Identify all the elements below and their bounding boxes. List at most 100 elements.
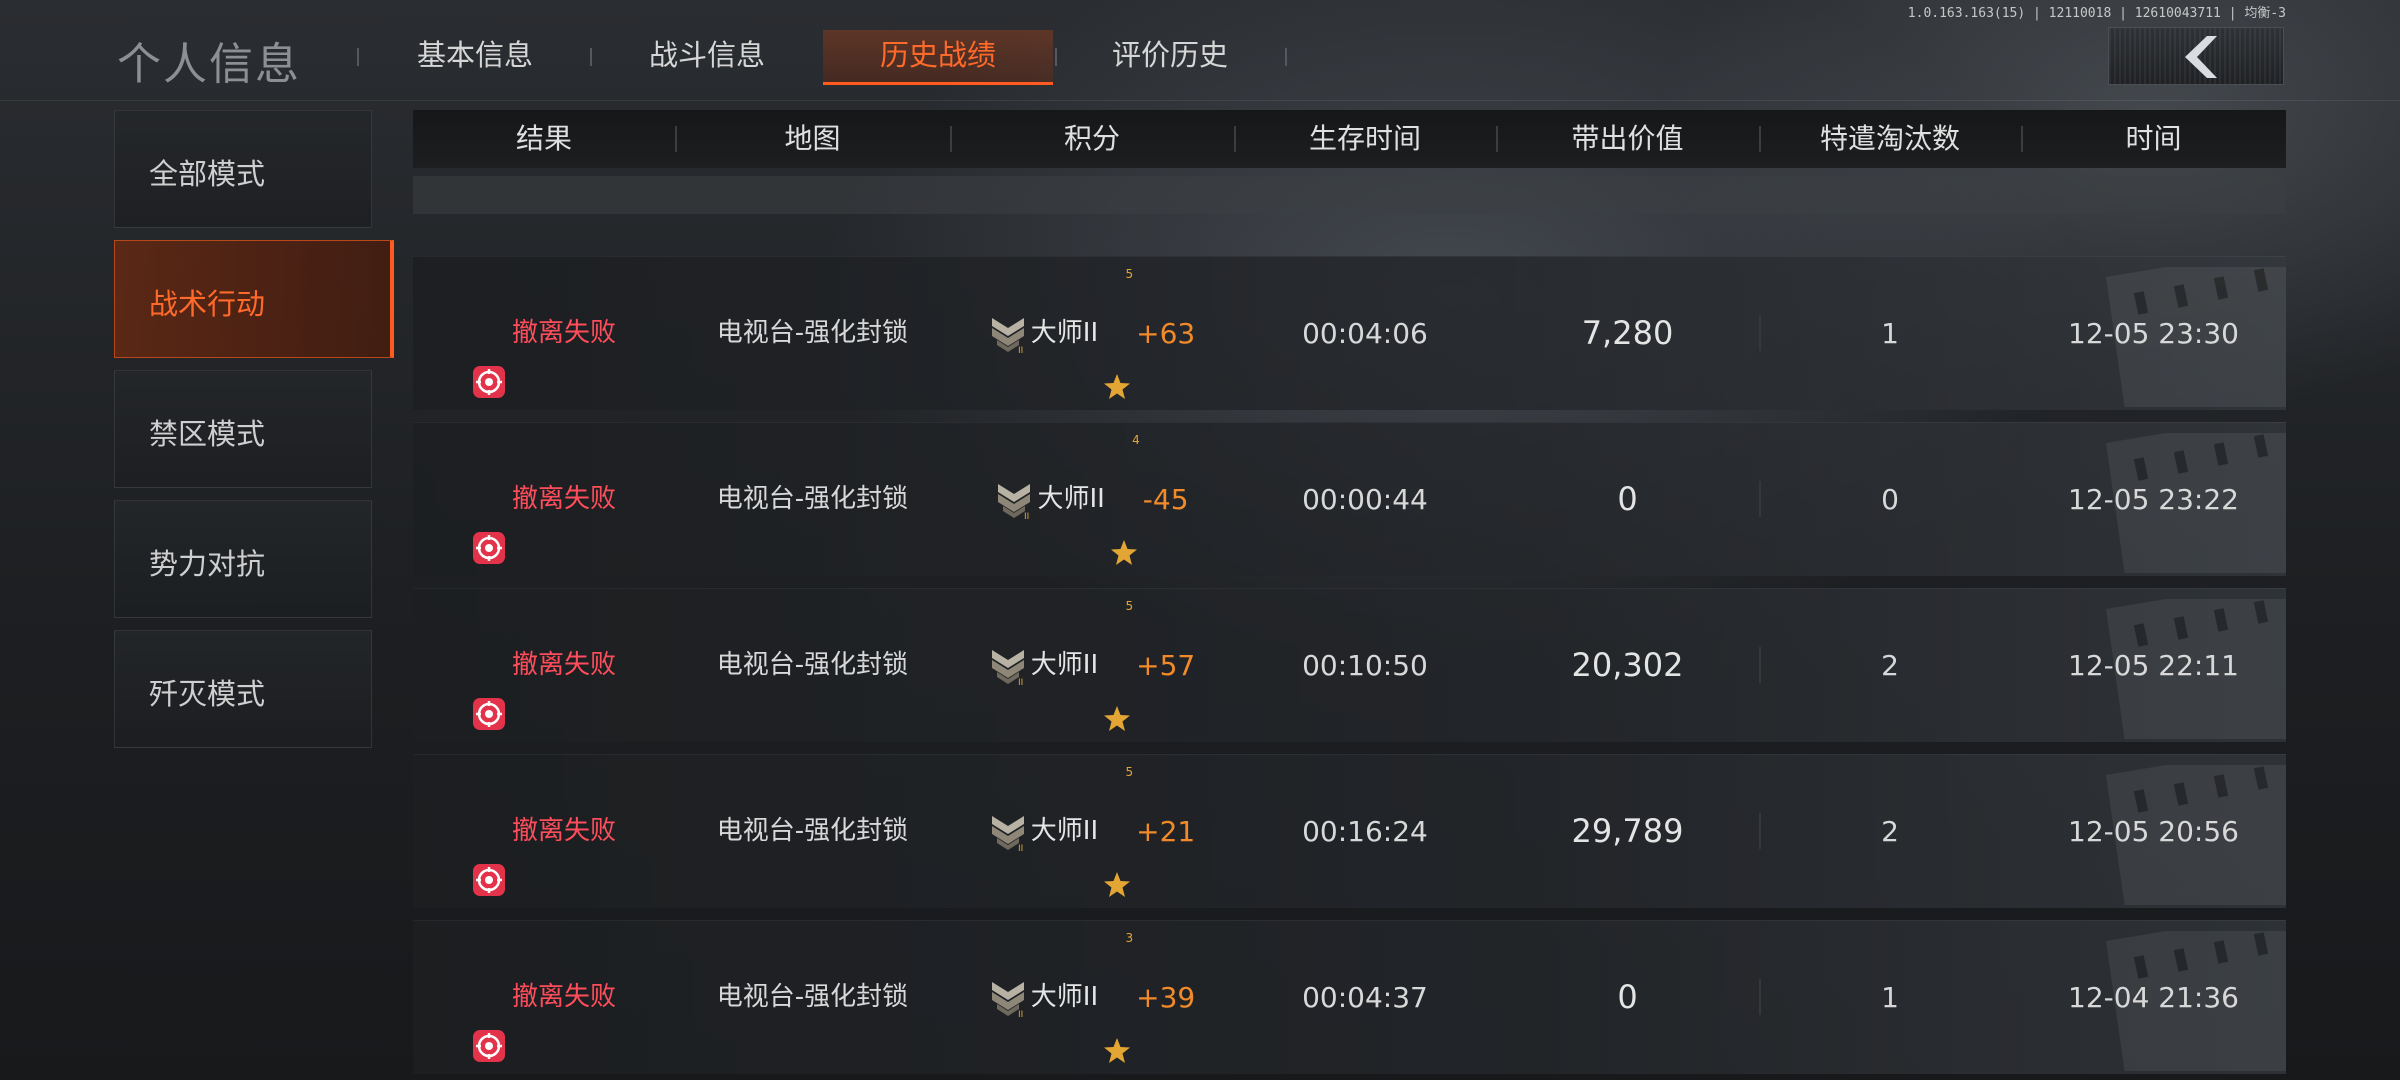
svg-text:II: II <box>1024 512 1029 520</box>
sidebar-item-label: 禁区模式 <box>149 417 266 451</box>
rank-name: 大师II <box>1030 318 1099 348</box>
rank-name: 大师II <box>1030 650 1099 680</box>
survival-time: 00:10:50 <box>1302 649 1428 682</box>
result-text: 撤离失败 <box>511 318 616 348</box>
map-name: 电视台-强化封锁 <box>716 318 909 348</box>
rank-master-badge-icon: II <box>998 483 1031 520</box>
tab-match-history[interactable]: 历史战绩 <box>823 30 1053 85</box>
rank-name: 大师II <box>1030 982 1099 1012</box>
result-cell: 撤离失败 <box>413 755 675 908</box>
survival-time: 00:00:44 <box>1302 483 1428 516</box>
column-header-map: 地图 <box>784 122 841 155</box>
sidebar-item-label: 势力对抗 <box>149 547 266 581</box>
star-icon: 4 <box>1110 433 1141 565</box>
star-icon: 3 <box>1104 931 1134 1063</box>
score-cell: II 大师II 3 +39 <box>950 921 1234 1074</box>
column-header-survival-time: 生存时间 <box>1308 122 1421 155</box>
extraction-failed-icon <box>472 481 506 564</box>
sidebar-item-label: 全部模式 <box>149 157 266 191</box>
tab-review-history[interactable]: 评价历史 <box>1055 30 1285 82</box>
star-icon: 5 <box>1104 267 1134 399</box>
sidebar-item-restricted-zone[interactable]: 禁区模式 <box>114 370 372 488</box>
extracted-value: 7,280 <box>1581 314 1674 352</box>
match-time: 12-05 22:11 <box>2068 649 2239 682</box>
back-button[interactable] <box>2108 27 2284 85</box>
star-icon: 5 <box>1104 599 1134 731</box>
extraction-failed-icon <box>472 647 506 730</box>
survival-time: 00:04:37 <box>1302 981 1428 1014</box>
table-row[interactable]: 撤离失败 电视台-强化封锁 II 大师II 5 +57 00:10:50 20,… <box>413 588 2286 742</box>
elimination-count: 1 <box>1881 317 1899 350</box>
result-cell: 撤离失败 <box>413 423 675 576</box>
sidebar-item-tactical-ops[interactable]: 战术行动 <box>114 240 394 358</box>
map-name: 电视台-强化封锁 <box>716 650 909 680</box>
svg-text:II: II <box>1018 1010 1023 1018</box>
rank-master-badge-icon: II <box>991 815 1024 852</box>
map-name: 电视台-强化封锁 <box>716 816 909 846</box>
tab-basic-info[interactable]: 基本信息 <box>360 30 590 82</box>
column-header-result: 结果 <box>515 122 572 155</box>
app-root: 个人信息 基本信息 战斗信息 历史战绩 评价历史 1.0.163.163(15)… <box>0 0 2400 1080</box>
table-header: 结果 地图 积分 生存时间 带出价值 特遣淘汰数 时间 <box>413 110 2286 168</box>
score-cell: II 大师II 5 +21 <box>950 755 1234 908</box>
rank-master-badge-icon: II <box>991 317 1024 354</box>
score-cell: II 大师II 5 +57 <box>950 589 1234 742</box>
table-row[interactable]: 撤离失败 电视台-强化封锁 II 大师II 3 +39 00:04:37 0 1… <box>413 920 2286 1074</box>
star-icon: 5 <box>1104 765 1134 897</box>
score-cell: II 大师II 5 +63 <box>950 257 1234 410</box>
elimination-count: 2 <box>1881 649 1899 682</box>
tab-combat-info[interactable]: 战斗信息 <box>592 30 822 82</box>
rank-name: 大师II <box>1037 484 1105 514</box>
column-header-score: 积分 <box>1063 122 1120 155</box>
sidebar-item-label: 战术行动 <box>149 287 266 321</box>
chevron-left-icon <box>2185 36 2217 78</box>
table-separator-bar <box>413 176 2286 214</box>
rank-master-badge-icon: II <box>991 981 1024 1018</box>
score-delta: +39 <box>1136 981 1196 1014</box>
match-time: 12-05 23:30 <box>2068 317 2239 350</box>
sidebar-item-annihilation[interactable]: 歼灭模式 <box>114 630 372 748</box>
elimination-count: 2 <box>1881 815 1899 848</box>
result-text: 撤离失败 <box>511 982 616 1012</box>
sidebar-item-faction-battle[interactable]: 势力对抗 <box>114 500 372 618</box>
star-count: 5 <box>1125 598 1134 613</box>
extraction-failed-icon <box>472 813 506 896</box>
star-count: 4 <box>1132 432 1140 447</box>
map-name: 电视台-强化封锁 <box>716 982 909 1012</box>
column-header-extracted-value: 带出价值 <box>1571 122 1684 155</box>
sidebar-item-label: 歼灭模式 <box>149 677 266 711</box>
rank-name: 大师II <box>1030 816 1099 846</box>
result-text: 撤离失败 <box>511 816 616 846</box>
column-header-eliminations: 特遣淘汰数 <box>1819 122 1960 155</box>
star-count: 5 <box>1125 764 1134 779</box>
score-delta: -45 <box>1142 483 1189 516</box>
score-delta: +63 <box>1136 317 1196 350</box>
elimination-count: 0 <box>1881 483 1899 516</box>
tab-divider <box>1285 48 1287 66</box>
result-text: 撤离失败 <box>511 650 616 680</box>
extraction-failed-icon <box>472 979 506 1062</box>
page-title: 个人信息 <box>117 39 301 90</box>
svg-text:II: II <box>1018 678 1023 686</box>
column-header-time: 时间 <box>2125 122 2182 155</box>
map-name: 电视台-强化封锁 <box>716 484 909 514</box>
extracted-value: 0 <box>1617 480 1638 518</box>
extracted-value: 20,302 <box>1571 646 1684 684</box>
tab-divider <box>357 48 359 66</box>
result-cell: 撤离失败 <box>413 257 675 410</box>
result-cell: 撤离失败 <box>413 921 675 1074</box>
table-row[interactable]: 撤离失败 电视台-强化封锁 II 大师II 5 +63 00:04:06 7,2… <box>413 256 2286 410</box>
match-time: 12-04 21:36 <box>2068 981 2239 1014</box>
score-delta: +57 <box>1136 649 1196 682</box>
score-cell: II 大师II 4 -45 <box>950 423 1234 576</box>
version-info: 1.0.163.163(15) | 12110018 | 12610043711… <box>1907 6 2286 21</box>
star-count: 5 <box>1125 266 1134 281</box>
extraction-failed-icon <box>472 315 506 398</box>
svg-text:II: II <box>1018 844 1023 852</box>
star-count: 3 <box>1125 930 1134 945</box>
extracted-value: 29,789 <box>1571 812 1684 850</box>
table-row[interactable]: 撤离失败 电视台-强化封锁 II 大师II 4 -45 00:00:44 0 0… <box>413 422 2286 576</box>
sidebar-item-all-modes[interactable]: 全部模式 <box>114 110 372 228</box>
elimination-count: 1 <box>1881 981 1899 1014</box>
table-row[interactable]: 撤离失败 电视台-强化封锁 II 大师II 5 +21 00:16:24 29,… <box>413 754 2286 908</box>
